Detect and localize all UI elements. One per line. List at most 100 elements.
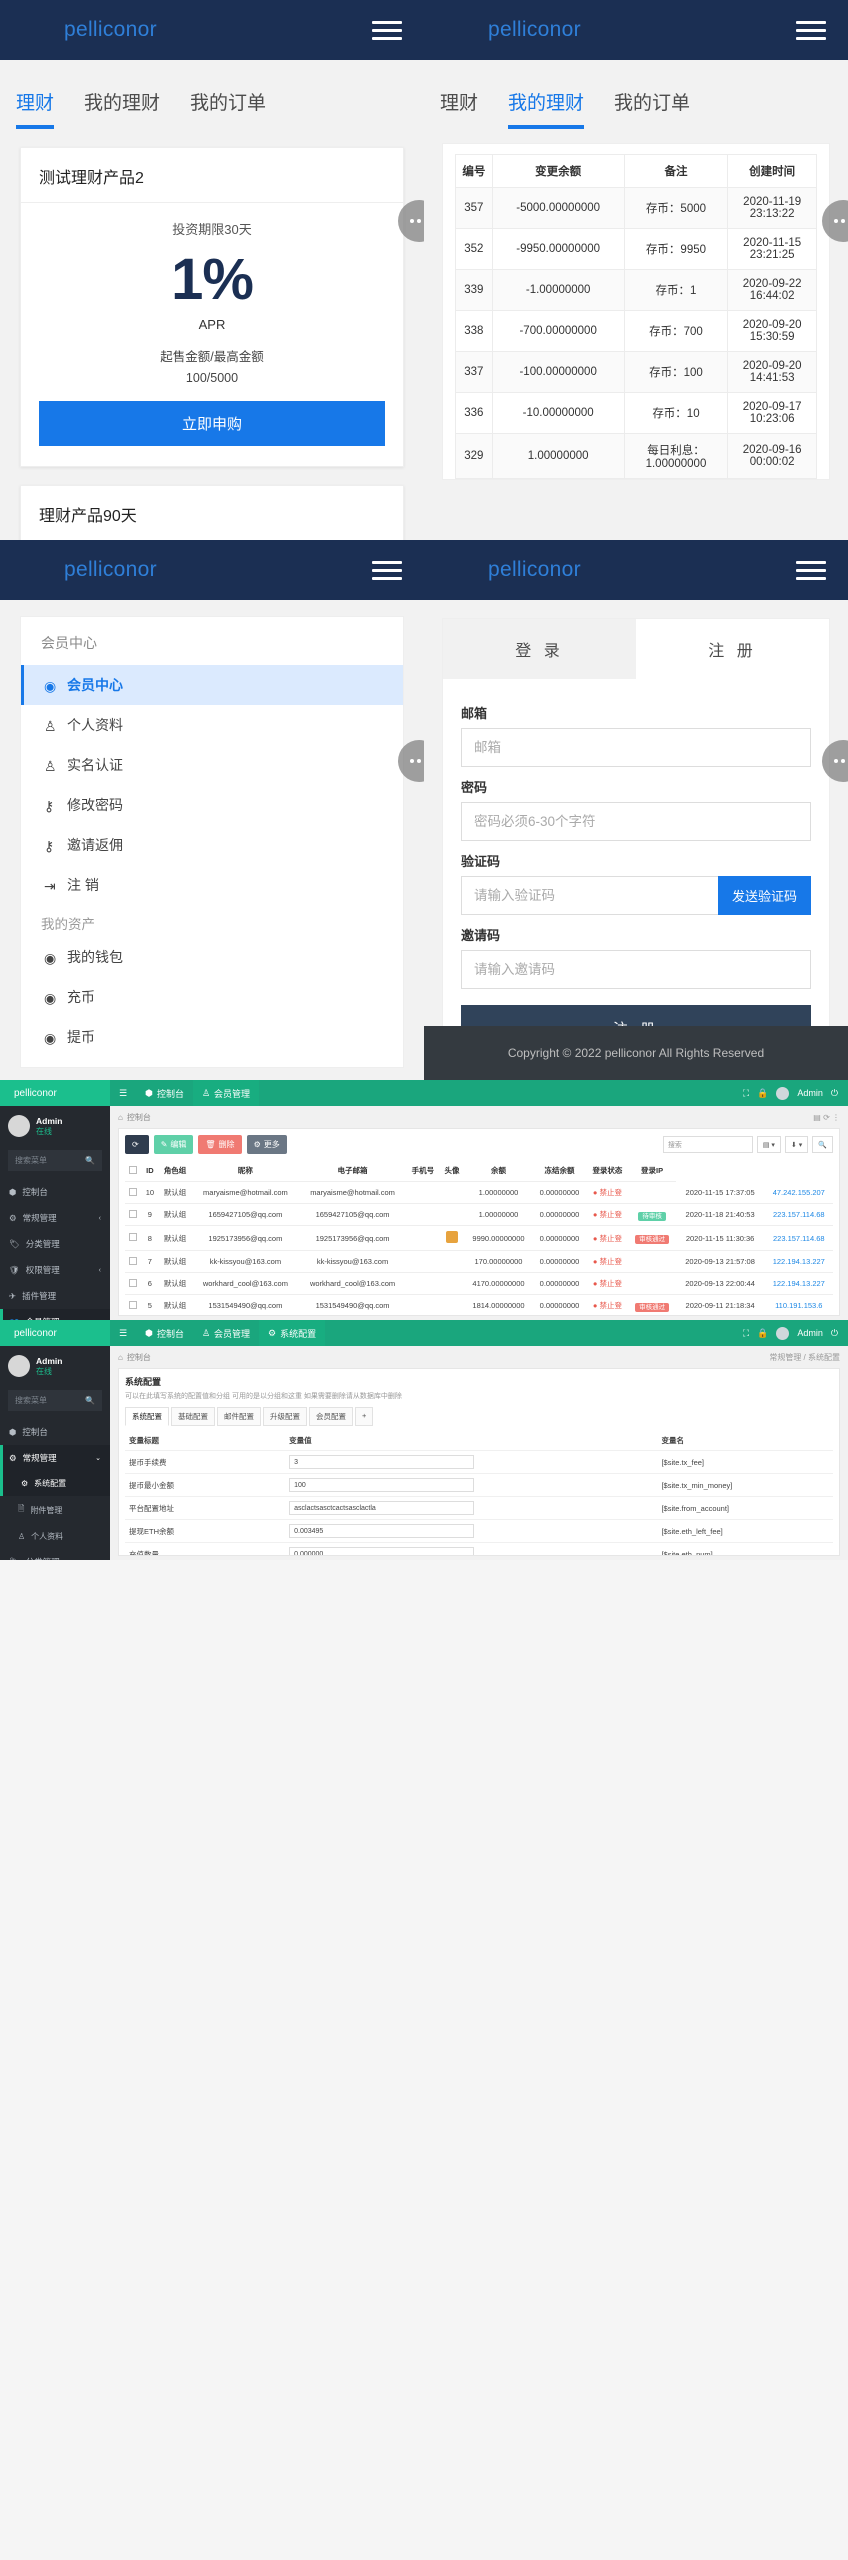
send-code-button[interactable]: 发送验证码 xyxy=(717,876,811,915)
config-tab-系统配置[interactable]: 系统配置 xyxy=(125,1407,169,1426)
row-checkbox[interactable] xyxy=(129,1233,138,1241)
tab-my-licai[interactable]: 我的理财 xyxy=(84,88,160,129)
member-menu-item-实名认证[interactable]: ♙ 实名认证 xyxy=(21,745,403,785)
config-input[interactable]: 0.003495 xyxy=(289,1524,475,1538)
row-checkbox[interactable] xyxy=(129,1209,138,1218)
topnav-会员管理[interactable]: ♙ 会员管理 xyxy=(192,1080,260,1106)
sidebar-item-控制台[interactable]: ⬢ 控制台 xyxy=(0,1179,110,1205)
member-menu-item-个人资料[interactable]: ♙ 个人资料 xyxy=(21,705,403,745)
config-tab-升级配置[interactable]: 升级配置 xyxy=(263,1407,307,1426)
brand-logo[interactable]: pelliconor xyxy=(488,558,581,582)
column-toggle-button[interactable]: ▤ ▾ xyxy=(756,1136,781,1153)
admin-avatar[interactable] xyxy=(776,1086,790,1100)
hamburger-menu-icon[interactable] xyxy=(796,20,826,40)
sidebar-username: Admin xyxy=(36,1115,63,1126)
admin-collapse-icon[interactable]: ☰ xyxy=(110,1320,136,1346)
sidebar-item-分类管理[interactable]: 🏷 分类管理 xyxy=(0,1231,110,1257)
asset-menu-item-提币[interactable]: ◉ 提币 xyxy=(21,1017,403,1057)
tab-licai[interactable]: 理财 xyxy=(440,88,478,129)
login-ip-link[interactable]: 223.157.114.68 xyxy=(773,1234,825,1243)
admin-brand[interactable]: pelliconor xyxy=(0,1320,110,1346)
config-input[interactable]: 100 xyxy=(289,1478,475,1492)
sidebar-item-个人资料[interactable]: ♙ 个人资料 xyxy=(0,1524,110,1549)
select-all-checkbox[interactable] xyxy=(129,1165,138,1174)
sidebar-search[interactable]: 搜索菜单 🔍 xyxy=(8,1390,102,1411)
sidebar-item-插件管理[interactable]: ✈ 插件管理 xyxy=(0,1283,110,1309)
login-ip-link[interactable]: 122.194.13.227 xyxy=(773,1257,825,1266)
member-menu-item-注销[interactable]: ⇥ 注 销 xyxy=(21,865,403,905)
admin-collapse-icon[interactable]: ☰ xyxy=(110,1080,136,1106)
config-input[interactable]: 0.000000 xyxy=(289,1547,475,1555)
member-menu-item-会员中心[interactable]: ◉ 会员中心 xyxy=(21,665,403,705)
sidebar-item-附件管理[interactable]: 🗎 附件管理 xyxy=(0,1496,110,1524)
config-tab-邮件配置[interactable]: 邮件配置 xyxy=(217,1407,261,1426)
row-checkbox[interactable] xyxy=(129,1187,138,1196)
tab-licai[interactable]: 理财 xyxy=(16,88,55,129)
sidebar-item-常规管理[interactable]: ⚙ 常规管理 ‹ xyxy=(0,1205,110,1231)
fullscreen-icon[interactable]: ⛶ xyxy=(743,1328,749,1339)
breadcrumb-right-icons[interactable]: ▤ ⟳ ⋮ xyxy=(813,1113,840,1122)
hamburger-menu-icon[interactable] xyxy=(372,560,402,580)
brand-logo[interactable]: pelliconor xyxy=(488,18,581,42)
tab-register[interactable]: 注 册 xyxy=(636,619,829,679)
brand-logo[interactable]: pelliconor xyxy=(64,18,157,42)
hamburger-menu-icon[interactable] xyxy=(796,560,826,580)
sidebar-item-分类管理[interactable]: 🏷 分类管理 xyxy=(0,1549,110,1561)
lock-icon[interactable]: 🔒 xyxy=(757,1088,768,1099)
topnav-系统配置[interactable]: ⚙ 系统配置 xyxy=(259,1320,326,1346)
login-ip-link[interactable]: 223.157.114.68 xyxy=(773,1210,825,1219)
admin-avatar[interactable] xyxy=(776,1326,790,1340)
hamburger-menu-icon[interactable] xyxy=(372,20,402,40)
sidebar-item-常规管理[interactable]: ⚙ 常规管理 ⌄ xyxy=(0,1445,110,1471)
sidebar-search[interactable]: 搜索菜单 🔍 xyxy=(8,1150,102,1171)
admin-username[interactable]: Admin xyxy=(797,1088,823,1098)
row-checkbox[interactable] xyxy=(129,1256,138,1265)
tab-my-licai[interactable]: 我的理财 xyxy=(508,88,585,129)
row-checkbox[interactable] xyxy=(129,1278,138,1287)
topnav-控制台[interactable]: ⬢ 控制台 xyxy=(136,1080,193,1106)
config-tab-基础配置[interactable]: 基础配置 xyxy=(171,1407,215,1426)
tab-login[interactable]: 登 录 xyxy=(443,619,636,679)
admin-username[interactable]: Admin xyxy=(797,1328,823,1338)
toolbar-编辑[interactable]: ✎ 编辑 xyxy=(153,1135,194,1154)
admin-brand[interactable]: pelliconor xyxy=(0,1080,110,1106)
config-input[interactable]: asclactsasctcactsasclactla xyxy=(289,1501,475,1515)
config-tab-+[interactable]: + xyxy=(355,1407,374,1426)
sidebar-item-系统配置[interactable]: ⚙ 系统配置 xyxy=(0,1471,110,1496)
config-tab-会员配置[interactable]: 会员配置 xyxy=(309,1407,353,1426)
topnav-控制台[interactable]: ⬢ 控制台 xyxy=(136,1320,193,1346)
password-field[interactable] xyxy=(461,802,811,841)
member-menu-item-修改密码[interactable]: ⚷ 修改密码 xyxy=(21,785,403,825)
login-ip-link[interactable]: 122.194.13.227 xyxy=(773,1279,825,1288)
row-checkbox xyxy=(125,1272,142,1295)
login-ip-link[interactable]: 47.242.155.207 xyxy=(773,1188,825,1197)
toolbar-refresh-icon[interactable]: ⟳ xyxy=(125,1135,149,1154)
toolbar-删除[interactable]: 🗑 删除 xyxy=(198,1135,242,1154)
invite-field[interactable] xyxy=(461,950,811,989)
asset-menu-item-我的钱包[interactable]: ◉ 我的钱包 xyxy=(21,937,403,977)
search-input[interactable]: 搜索 xyxy=(662,1136,753,1153)
sidebar-item-权限管理[interactable]: 🛡 权限管理 ‹ xyxy=(0,1257,110,1283)
buy-now-button[interactable]: 立即申购 xyxy=(39,400,385,446)
fullscreen-icon[interactable]: ⛶ xyxy=(743,1088,749,1099)
tab-my-orders[interactable]: 我的订单 xyxy=(614,88,690,129)
login-ip-link[interactable]: 110.191.153.6 xyxy=(775,1301,822,1310)
tab-my-orders[interactable]: 我的订单 xyxy=(190,88,266,129)
brand-logo[interactable]: pelliconor xyxy=(64,558,157,582)
filter-button[interactable]: 🔍 xyxy=(812,1136,833,1153)
export-button[interactable]: ⬇ ▾ xyxy=(784,1136,809,1153)
toolbar-更多[interactable]: ⚙ 更多 xyxy=(246,1135,287,1154)
cell-balance: 9990.00000000 xyxy=(464,1225,533,1251)
logout-icon[interactable]: ⏻ xyxy=(831,1328,838,1339)
captcha-field[interactable] xyxy=(461,876,718,915)
asset-menu-item-充币[interactable]: ◉ 充币 xyxy=(21,977,403,1017)
member-menu-item-邀请返佣[interactable]: ⚷ 邀请返佣 xyxy=(21,825,403,865)
logout-icon[interactable]: ⏻ xyxy=(831,1088,838,1099)
config-input[interactable]: 3 xyxy=(289,1455,475,1469)
lock-icon[interactable]: 🔒 xyxy=(757,1328,768,1339)
sidebar-item-控制台[interactable]: ⬢ 控制台 xyxy=(0,1419,110,1445)
topnav-会员管理[interactable]: ♙ 会员管理 xyxy=(193,1320,259,1346)
email-field[interactable] xyxy=(461,728,811,767)
row-checkbox[interactable] xyxy=(129,1300,138,1309)
sidebar-item-会员管理[interactable]: 👥会员管理⌄ xyxy=(0,1309,110,1320)
